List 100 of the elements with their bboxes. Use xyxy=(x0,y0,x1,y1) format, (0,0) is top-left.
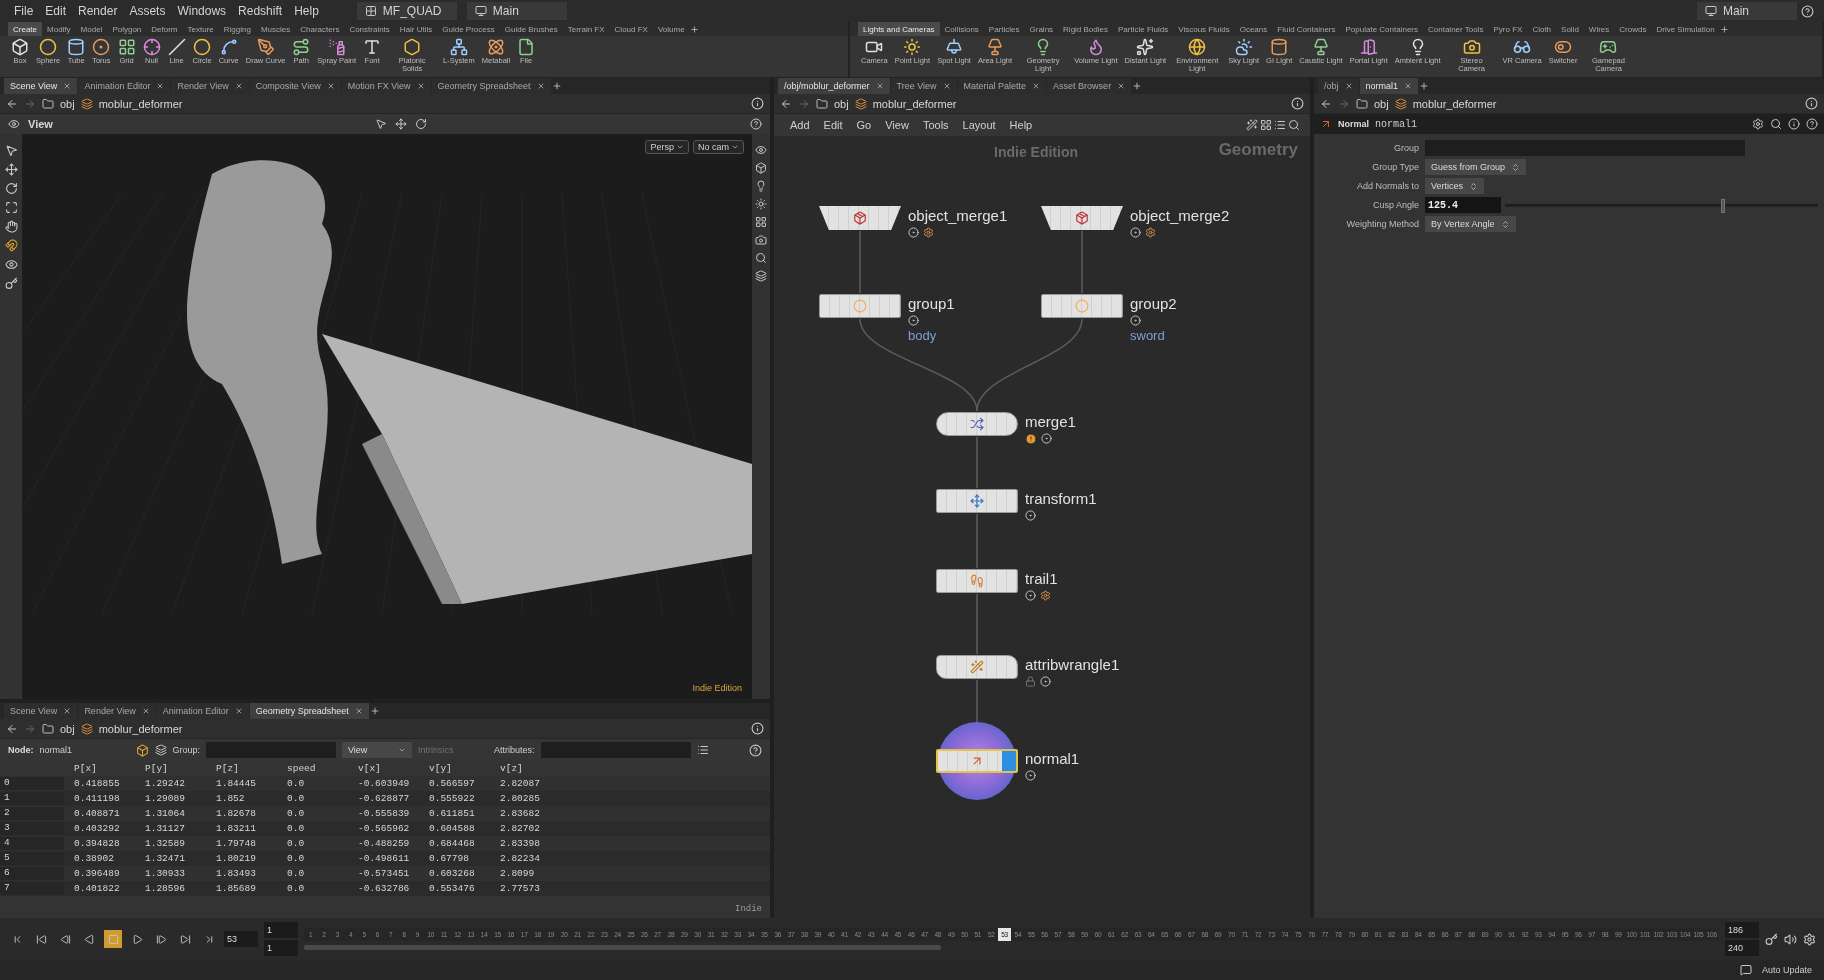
shelf-tab[interactable]: Populate Containers xyxy=(1340,22,1423,36)
layers-icon[interactable] xyxy=(154,744,167,756)
back-icon[interactable] xyxy=(6,722,18,735)
pane-tab[interactable]: /obj/moblur_deformer xyxy=(778,78,890,94)
shelf-tab[interactable]: Modify xyxy=(42,22,76,36)
view-menu[interactable]: View xyxy=(342,742,412,758)
frame-field[interactable]: 53 xyxy=(224,931,258,947)
path-segment[interactable]: obj xyxy=(834,97,849,110)
node-name-field[interactable]: normal1 xyxy=(1375,118,1418,130)
shelf-tab[interactable]: Grains xyxy=(1024,22,1059,36)
shelf-tab[interactable]: Terrain FX xyxy=(562,22,610,36)
scale-icon[interactable] xyxy=(4,201,18,214)
search-icon[interactable] xyxy=(755,252,767,264)
info-icon[interactable] xyxy=(751,97,764,110)
shelf-tab[interactable]: Lights and Cameras xyxy=(858,22,940,36)
path-segment[interactable]: obj xyxy=(1374,97,1389,110)
pane-tab[interactable]: Motion FX View xyxy=(341,78,431,94)
shelf-tab[interactable]: Particles xyxy=(983,22,1025,36)
path-segment[interactable]: moblur_deformer xyxy=(98,97,183,110)
pane-tab[interactable]: Composite View xyxy=(249,78,341,94)
menu-item[interactable]: Edit xyxy=(817,119,849,131)
info-icon[interactable] xyxy=(1788,118,1800,130)
add-tab-icon[interactable] xyxy=(1132,81,1143,91)
add-tab-icon[interactable] xyxy=(551,81,562,91)
node-tile[interactable] xyxy=(936,569,1018,593)
pane-tab[interactable]: Animation Editor xyxy=(78,78,171,94)
param-menu[interactable]: Guess from Group xyxy=(1425,159,1527,175)
shelf-tab[interactable]: Rigging xyxy=(218,22,256,36)
add-tab-icon[interactable] xyxy=(689,24,699,34)
shelf-tab[interactable]: Solid xyxy=(1556,22,1584,36)
help-icon[interactable] xyxy=(1801,4,1814,18)
layers-icon[interactable] xyxy=(755,270,767,282)
shelf-tab[interactable]: Deform xyxy=(146,22,183,36)
node-tile[interactable] xyxy=(936,489,1018,513)
list-icon[interactable] xyxy=(696,744,709,756)
menu-item[interactable]: Render xyxy=(74,4,122,18)
menu-item[interactable]: Help xyxy=(1003,119,1039,131)
cube-icon[interactable] xyxy=(755,162,767,174)
menu-item[interactable]: Redshift xyxy=(234,4,287,18)
grid-icon[interactable] xyxy=(1260,119,1272,131)
add-tab-icon[interactable] xyxy=(369,706,380,716)
path-segment[interactable]: moblur_deformer xyxy=(872,97,957,110)
shelf-tab[interactable]: Create xyxy=(8,22,42,36)
path-segment[interactable]: obj xyxy=(60,97,75,110)
list-icon[interactable] xyxy=(1274,119,1286,131)
camera-icon[interactable] xyxy=(755,234,767,246)
eye-icon[interactable] xyxy=(755,144,767,156)
shelf-tab[interactable]: Volume xyxy=(652,22,690,36)
node-tile[interactable] xyxy=(1041,294,1123,318)
camera-menu[interactable]: Persp xyxy=(645,140,689,154)
add-tab-icon[interactable] xyxy=(1719,24,1729,34)
menu-item[interactable]: Layout xyxy=(956,119,1002,131)
speaker-icon[interactable] xyxy=(1784,932,1797,946)
start-frame-field[interactable]: 1 xyxy=(264,922,298,938)
shelf-tab[interactable]: Pyro FX xyxy=(1488,22,1528,36)
rotate-icon[interactable] xyxy=(415,118,428,130)
pane-tab[interactable]: Scene View xyxy=(4,703,78,719)
pane-tab[interactable]: normal1 xyxy=(1359,78,1419,94)
pane-tab[interactable]: Render View xyxy=(78,703,156,719)
menu-item[interactable]: Assets xyxy=(125,4,170,18)
start-frame-field[interactable]: 1 xyxy=(264,940,298,956)
pointer-icon[interactable] xyxy=(375,118,388,130)
param-menu[interactable]: By Vertex Angle xyxy=(1425,216,1516,232)
menu-item[interactable]: File xyxy=(10,4,38,18)
menu-item[interactable]: Help xyxy=(290,4,323,18)
key-icon[interactable] xyxy=(4,277,18,290)
search-icon[interactable] xyxy=(1288,119,1300,131)
shelf-tab[interactable]: Polygon xyxy=(107,22,147,36)
help-icon[interactable] xyxy=(1806,118,1818,130)
number-field[interactable]: 125.4 xyxy=(1425,197,1501,213)
shelf-tab[interactable]: Hair Utils xyxy=(394,22,438,36)
desktop-selector[interactable]: Main xyxy=(466,2,567,20)
shelf-tab[interactable]: Rigid Bodies xyxy=(1058,22,1113,36)
pane-tab[interactable]: Scene View xyxy=(4,78,78,94)
points-icon[interactable] xyxy=(135,743,149,757)
hand-icon[interactable] xyxy=(4,220,18,233)
rotate-icon[interactable] xyxy=(4,182,18,195)
shelf-tab[interactable]: Guide Process xyxy=(437,22,500,36)
desktop-selector[interactable]: MF_QUAD xyxy=(356,2,457,20)
param-menu[interactable]: Vertices xyxy=(1425,178,1484,194)
back-icon[interactable] xyxy=(6,97,18,110)
shelf-tab[interactable]: Collisions xyxy=(939,22,984,36)
shelf-tab[interactable]: Fluid Containers xyxy=(1272,22,1341,36)
info-icon[interactable] xyxy=(1291,97,1304,110)
shelf-tab[interactable]: Drive Simulation xyxy=(1651,22,1720,36)
update-mode-menu[interactable]: Auto Update xyxy=(1761,965,1812,975)
back-icon[interactable] xyxy=(1320,97,1332,110)
shelf-tab[interactable]: Constraints xyxy=(344,22,395,36)
menu-item[interactable]: Add xyxy=(784,119,816,131)
sun-icon[interactable] xyxy=(755,198,767,210)
shelf-tab[interactable]: Oceans xyxy=(1234,22,1273,36)
slider-handle[interactable] xyxy=(1720,198,1725,213)
wand-icon[interactable] xyxy=(1246,119,1258,131)
menu-item[interactable]: View xyxy=(879,119,915,131)
node-tile[interactable] xyxy=(819,294,901,318)
help-icon[interactable] xyxy=(750,118,762,130)
pane-tab[interactable]: Render View xyxy=(171,78,249,94)
menu-item[interactable]: Go xyxy=(850,119,878,131)
scrollbar[interactable] xyxy=(304,945,941,950)
shelf-tab[interactable]: Characters xyxy=(295,22,345,36)
